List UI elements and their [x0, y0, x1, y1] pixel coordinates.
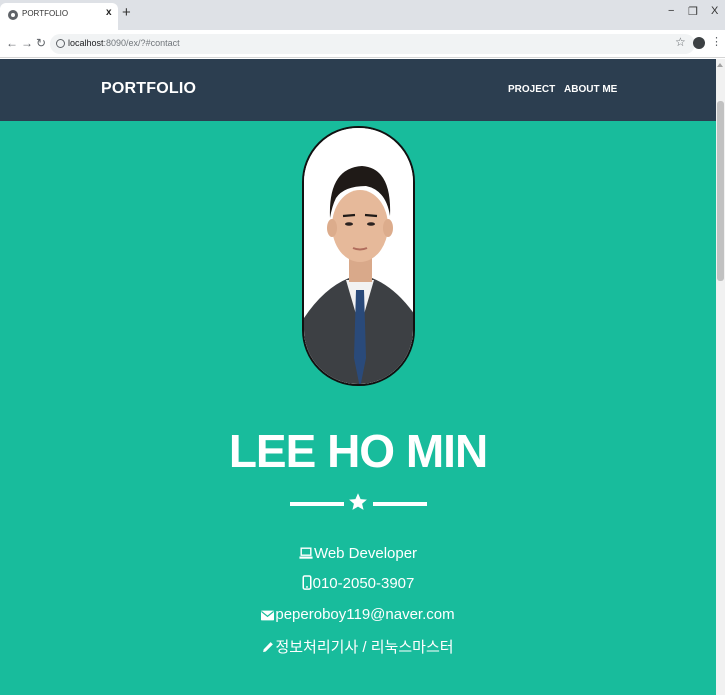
back-arrow-icon[interactable]: ←	[6, 36, 18, 50]
info-phone-text: 010-2050-3907	[312, 575, 415, 592]
bookmark-star-icon[interactable]: ☆	[675, 35, 686, 49]
menu-dots-icon[interactable]: ⋮	[711, 35, 722, 48]
globe-icon	[8, 10, 18, 20]
url-host: localhost	[68, 38, 104, 48]
portrait-image	[304, 128, 413, 384]
tab-close-button[interactable]: x	[106, 7, 112, 18]
hero-name: LEE HO MIN	[228, 425, 488, 477]
address-bar[interactable]: localhost:8090/ex/?#contact	[50, 34, 695, 54]
envelope-icon	[261, 610, 275, 621]
url-path: :8090/ex/?#contact	[103, 38, 180, 48]
address-url[interactable]: localhost:8090/ex/?#contact	[68, 38, 180, 48]
browser-tab[interactable]: PORTFOLIO x	[0, 3, 118, 30]
restore-button[interactable]: ❐	[688, 5, 698, 18]
profile-photo	[302, 126, 415, 386]
info-certs: 정보처리기사 / 리눅스마스터	[0, 636, 716, 657]
info-email: peperoboy119@naver.com	[0, 606, 716, 623]
info-email-text: peperoboy119@naver.com	[275, 606, 455, 623]
tab-title: PORTFOLIO	[22, 9, 69, 18]
pencil-icon	[263, 642, 274, 653]
close-window-button[interactable]: X	[711, 5, 718, 17]
nav-link-project[interactable]: PROJECT	[508, 84, 555, 95]
info-certs-text: 정보처리기사 / 리눅스마스터	[275, 639, 454, 656]
new-tab-button[interactable]: +	[122, 4, 131, 21]
minimize-button[interactable]: −	[668, 5, 674, 17]
profile-avatar-icon[interactable]	[693, 37, 705, 49]
star-icon	[349, 493, 367, 510]
browser-tabstrip: PORTFOLIO x + − ❐ X	[0, 0, 725, 30]
mobile-phone-icon	[302, 575, 312, 590]
info-phone: 010-2050-3907	[0, 575, 716, 592]
page-viewport: PORTFOLIO PROJECT ABOUT ME LEE HO MIN We…	[0, 59, 716, 695]
scroll-up-arrow-icon[interactable]	[717, 63, 723, 67]
forward-arrow-icon[interactable]: →	[21, 36, 33, 50]
brand-link[interactable]: PORTFOLIO	[101, 80, 196, 98]
info-icon	[56, 39, 65, 48]
divider-line-left	[290, 502, 344, 506]
nav-link-about-me[interactable]: ABOUT ME	[564, 84, 617, 95]
page-scrollbar[interactable]	[716, 59, 725, 695]
browser-toolbar: ← → ↻ localhost:8090/ex/?#contact ☆ ⋮	[0, 30, 725, 58]
scrollbar-thumb[interactable]	[717, 101, 724, 281]
info-role-text: Web Developer	[313, 545, 418, 562]
reload-icon[interactable]: ↻	[36, 36, 46, 50]
info-role: Web Developer	[0, 545, 716, 562]
site-navbar: PORTFOLIO PROJECT ABOUT ME	[0, 59, 716, 121]
divider-line-right	[373, 502, 427, 506]
laptop-icon	[299, 547, 313, 559]
